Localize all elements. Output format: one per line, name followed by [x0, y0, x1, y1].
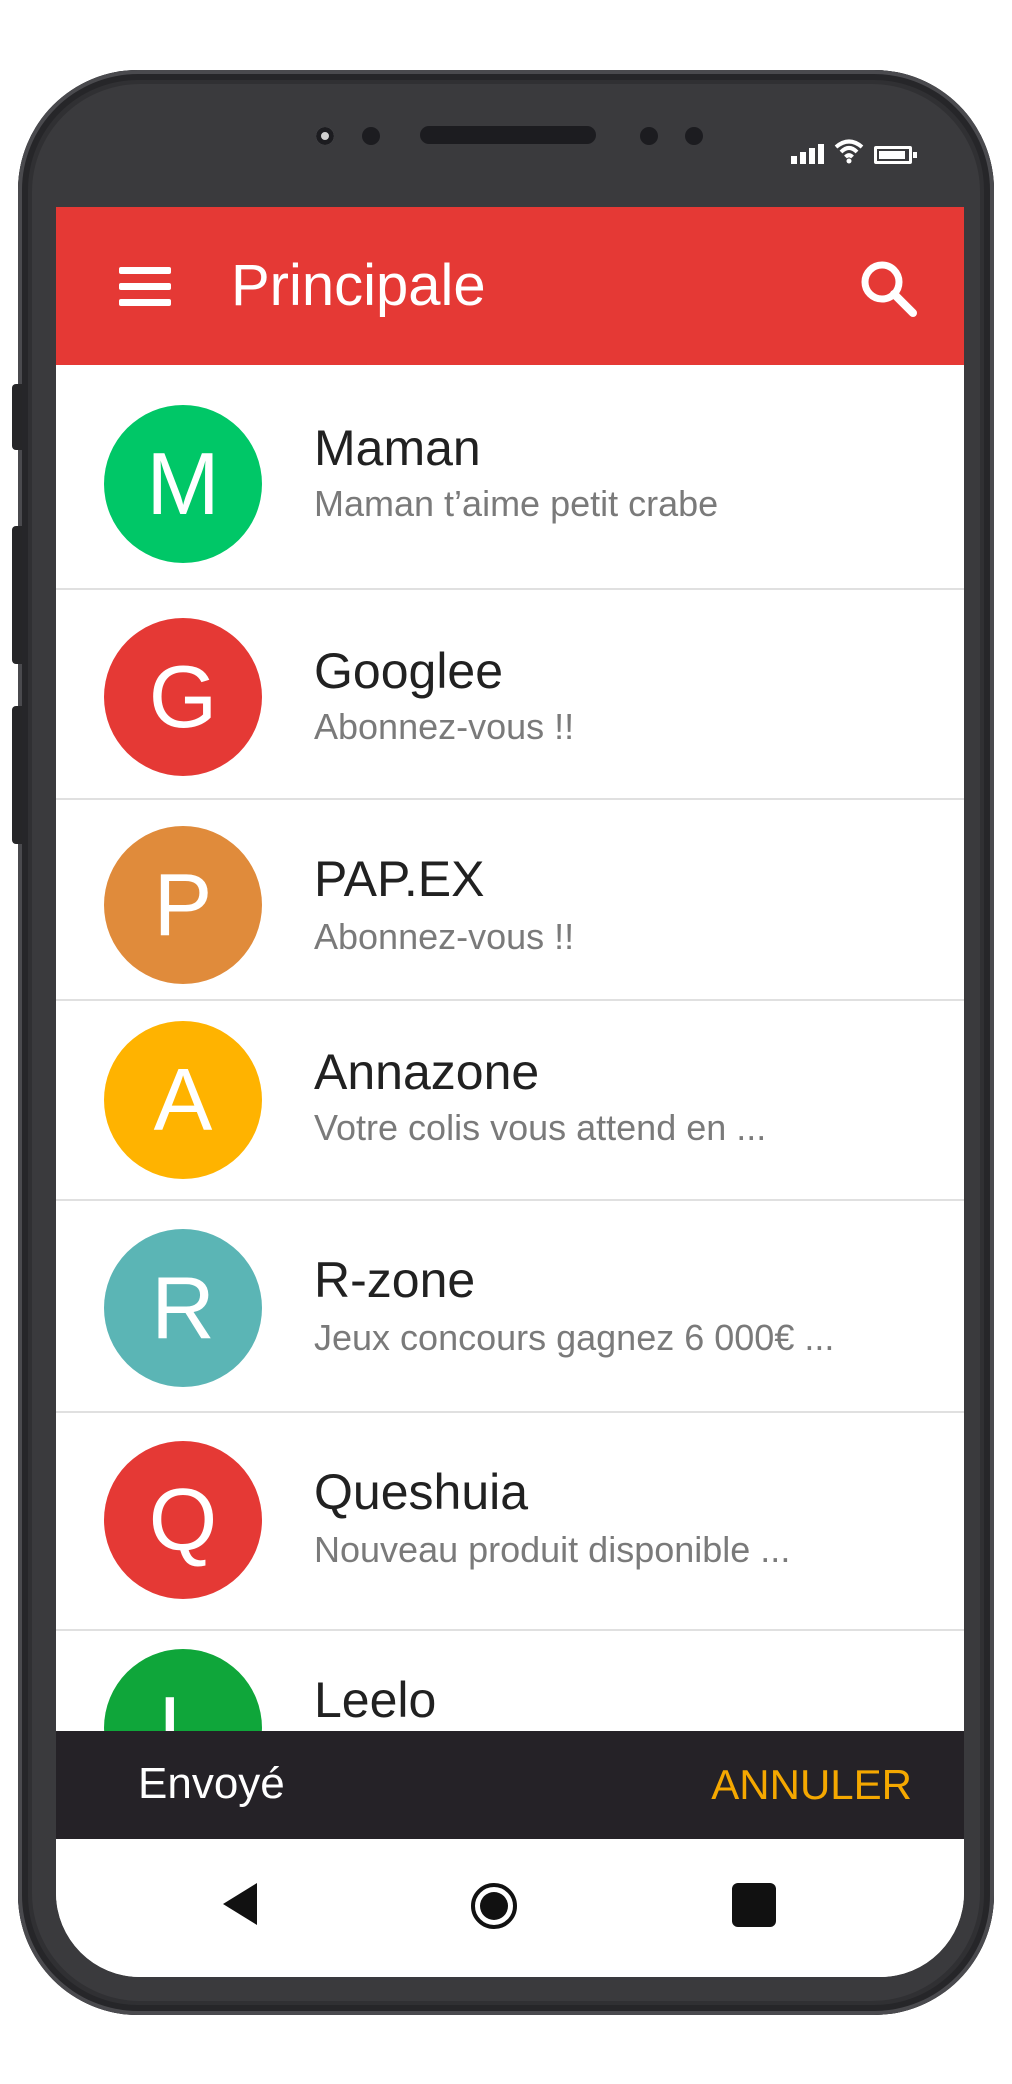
battery-icon [874, 146, 917, 164]
avatar: P [104, 826, 262, 984]
sensor [640, 127, 658, 145]
status-bar-icons [791, 138, 917, 164]
contact-name: Annazone [314, 1044, 540, 1100]
list-item[interactable]: M Maman Maman t’aime petit crabe [56, 365, 964, 590]
search-icon[interactable] [857, 257, 919, 319]
snackbar-message: Envoyé [138, 1759, 285, 1808]
message-preview: Jeux concours gagnez 6 000€ ... [314, 1317, 835, 1358]
contact-name: Maman [314, 420, 481, 476]
earpiece-speaker [420, 126, 596, 144]
list-item[interactable]: R R-zone Jeux concours gagnez 6 000€ ... [56, 1201, 964, 1413]
list-item[interactable]: A Annazone Votre colis vous attend en ..… [56, 1001, 964, 1201]
list-item[interactable]: P PAP.EX Abonnez-vous !! [56, 800, 964, 1001]
message-preview: Abonnez-vous !! [314, 916, 575, 957]
sensor [685, 127, 703, 145]
front-camera [316, 127, 334, 145]
page-title: Principale [231, 253, 486, 318]
wifi-icon [834, 139, 864, 164]
avatar: Q [104, 1441, 262, 1599]
avatar: G [104, 618, 262, 776]
snackbar: Envoyé ANNULER [56, 1731, 964, 1839]
sensor [362, 127, 380, 145]
volume-down-button [12, 706, 22, 844]
recent-apps-icon[interactable] [732, 1883, 776, 1927]
avatar: M [104, 405, 262, 563]
message-preview: Maman t’aime petit crabe [314, 483, 719, 524]
avatar: R [104, 1229, 262, 1387]
avatar: A [104, 1021, 262, 1179]
undo-button[interactable]: ANNULER [711, 1761, 912, 1809]
contact-name: Googlee [314, 643, 504, 699]
message-preview: Votre colis vous attend en ... [314, 1107, 767, 1148]
menu-icon[interactable] [119, 267, 171, 307]
list-item[interactable]: G Googlee Abonnez-vous !! [56, 590, 964, 800]
back-icon[interactable] [221, 1881, 261, 1927]
home-icon[interactable] [469, 1881, 519, 1931]
list-item[interactable]: Q Queshuia Nouveau produit disponible ..… [56, 1413, 964, 1631]
volume-up-button [12, 526, 22, 664]
conversation-list: M Maman Maman t’aime petit crabe G Googl… [56, 365, 964, 1811]
app-screen: Principale M Maman Maman t’aime petit cr… [56, 207, 964, 1977]
signal-icon [791, 144, 824, 164]
contact-name: Leelo [314, 1672, 437, 1728]
contact-name: Queshuia [314, 1464, 529, 1520]
message-preview: Nouveau produit disponible ... [314, 1529, 791, 1570]
navigation-bar [56, 1839, 964, 1977]
contact-name: PAP.EX [314, 851, 485, 907]
message-preview: Abonnez-vous !! [314, 706, 575, 747]
app-bar: Principale [56, 207, 964, 365]
side-button [12, 384, 22, 450]
contact-name: R-zone [314, 1252, 476, 1308]
